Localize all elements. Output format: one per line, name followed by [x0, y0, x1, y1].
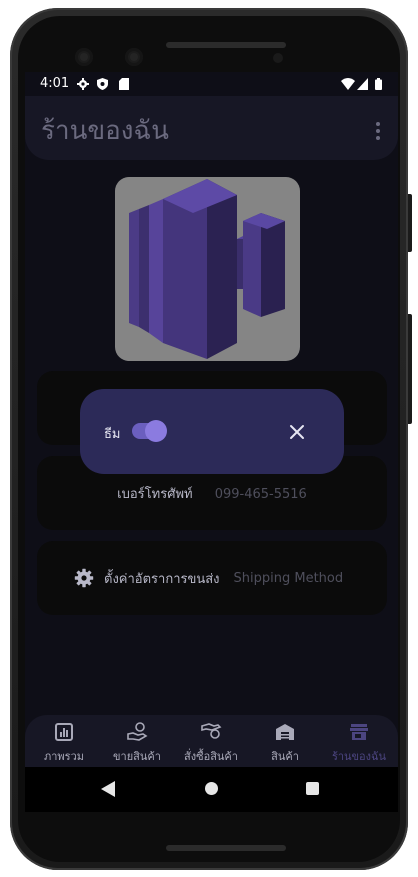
front-camera-icon	[75, 48, 93, 66]
app-screen: 4:01 ร้านของฉัน เบอร์โทรศัพท์ 099-465-55…	[25, 72, 398, 812]
nav-item-order[interactable]: สั่งซื้อสินค้า	[174, 721, 248, 765]
phone-row: เบอร์โทรศัพท์ 099-465-5516	[37, 483, 387, 504]
status-time: 4:01	[40, 76, 70, 91]
nav-item-overview[interactable]: ภาพรวม	[27, 721, 101, 765]
shield-status-icon	[97, 78, 108, 90]
sd-card-status-icon	[119, 78, 129, 90]
theme-dialog: ธีม	[80, 389, 344, 474]
nav-item-products[interactable]: สินค้า	[248, 721, 322, 765]
shipping-value: Shipping Method	[233, 570, 344, 586]
volume-button	[408, 314, 412, 424]
theme-label: ธีม	[104, 427, 121, 442]
bottom-speaker	[166, 845, 286, 851]
app-bar: ร้านของฉัน	[25, 96, 398, 160]
system-navigation-bar	[25, 767, 398, 812]
front-camera-icon	[125, 48, 143, 66]
earpiece-speaker	[166, 42, 286, 48]
theme-toggle[interactable]	[132, 420, 167, 442]
store-icon	[350, 724, 368, 740]
recent-apps-icon[interactable]	[306, 782, 319, 795]
nav-label: สั่งซื้อสินค้า	[184, 750, 238, 763]
chart-icon	[55, 723, 73, 741]
order-coin-icon	[201, 723, 222, 739]
warehouse-icon	[276, 724, 294, 740]
phone-label: เบอร์โทรศัพท์	[117, 487, 193, 502]
hand-coin-icon	[127, 722, 148, 741]
cellular-signal-icon	[357, 78, 368, 90]
back-icon[interactable]	[101, 781, 115, 797]
settings-status-icon	[77, 78, 89, 90]
nav-label: ภาพรวม	[43, 750, 84, 763]
wifi-icon	[341, 78, 355, 90]
phone-value: 099-465-5516	[214, 487, 307, 502]
page-title: ร้านของฉัน	[41, 116, 169, 146]
close-icon[interactable]	[288, 423, 306, 441]
shipping-card[interactable]: ตั้งค่าอัตราการขนส่ง Shipping Method	[37, 541, 387, 615]
shipping-label: ตั้งค่าอัตราการขนส่ง	[104, 571, 220, 587]
more-options-icon[interactable]	[376, 122, 380, 143]
power-button	[408, 194, 412, 252]
bottom-navigation: ภาพรวม ขายสินค้า สั่งซื้อสินค้า สินค้า ร…	[25, 715, 398, 767]
shop-logo[interactable]	[115, 177, 300, 361]
toggle-knob	[145, 420, 167, 442]
shipping-row: ตั้งค่าอัตราการขนส่ง Shipping Method	[74, 565, 343, 591]
gear-icon	[74, 568, 94, 588]
nav-item-my-shop[interactable]: ร้านของฉัน	[322, 721, 396, 765]
status-bar: 4:01	[25, 72, 398, 96]
home-icon[interactable]	[205, 782, 218, 795]
sensor-dot	[273, 53, 283, 63]
battery-icon	[375, 78, 382, 90]
nav-item-sell[interactable]: ขายสินค้า	[100, 721, 174, 765]
nav-label: ขายสินค้า	[113, 750, 161, 763]
nav-label: ร้านของฉัน	[331, 750, 387, 763]
shop-logo-graphic	[129, 179, 285, 359]
nav-label: สินค้า	[271, 750, 299, 763]
